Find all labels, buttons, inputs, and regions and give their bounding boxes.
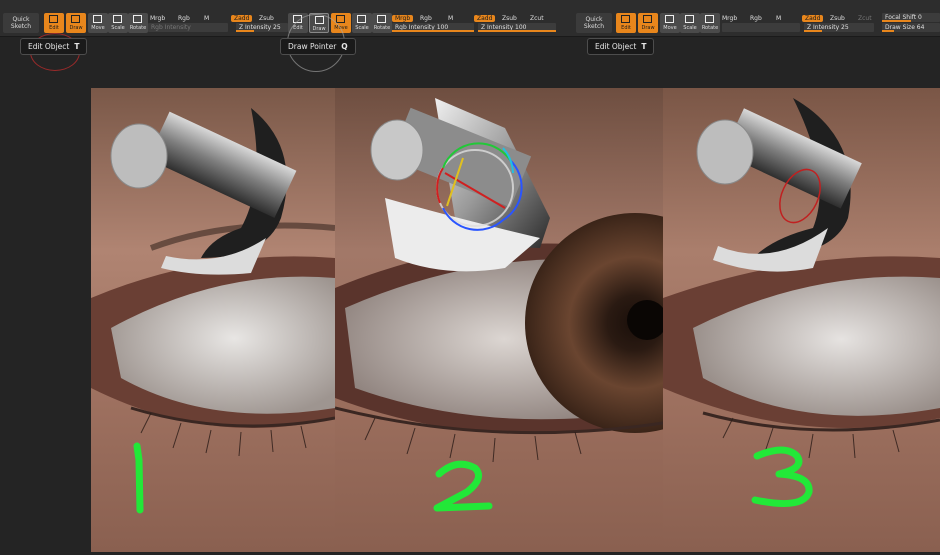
viewport-panel-3[interactable] bbox=[663, 88, 940, 552]
rotate-icon bbox=[705, 15, 714, 23]
focal-shift-fill bbox=[882, 20, 911, 22]
eye-scene-2 bbox=[335, 88, 663, 552]
eye-scene-1 bbox=[91, 88, 335, 552]
move-button[interactable]: Move bbox=[88, 13, 108, 33]
zadd-toggle[interactable]: Zadd bbox=[231, 15, 253, 22]
move-icon bbox=[93, 15, 102, 23]
toolbar-group-1: Quick Sketch Edit Draw Move Scale Rotate… bbox=[0, 0, 290, 36]
scale-icon bbox=[685, 15, 694, 23]
draw-size-fill bbox=[882, 30, 894, 32]
rgb-intensity-slider-3[interactable] bbox=[722, 23, 800, 32]
edit-icon bbox=[49, 15, 58, 23]
quick-sketch-button-3[interactable]: Quick Sketch bbox=[576, 13, 612, 33]
rgb-toggle[interactable]: Rgb bbox=[178, 15, 190, 22]
z-intensity-slider-2[interactable]: Z Intensity 100 bbox=[478, 23, 556, 32]
edit-button[interactable]: Edit bbox=[44, 13, 64, 33]
mrgb-toggle-3[interactable]: Mrgb bbox=[722, 15, 737, 22]
toolbar-group-3: Quick Sketch Edit Draw Move Scale Rotate… bbox=[576, 0, 940, 36]
tooltip-draw-pointer: Draw Pointer Q bbox=[280, 38, 356, 55]
top-toolbar: Quick Sketch Edit Draw Move Scale Rotate… bbox=[0, 0, 940, 37]
draw-icon bbox=[643, 15, 652, 23]
scale-icon bbox=[357, 15, 366, 23]
z-intensity-slider-3[interactable]: Z Intensity 25 bbox=[804, 23, 874, 32]
rgb-intensity-slider[interactable]: Rgb Intensity bbox=[148, 23, 228, 32]
z-intensity-fill-3 bbox=[804, 30, 822, 32]
move-button-3[interactable]: Move bbox=[660, 13, 680, 33]
draw-button[interactable]: Draw bbox=[66, 13, 86, 33]
zadd-toggle-3[interactable]: Zadd bbox=[802, 15, 824, 22]
scale-button-2[interactable]: Scale bbox=[352, 13, 372, 33]
rgb-toggle-2[interactable]: Rgb bbox=[420, 15, 432, 22]
mrgb-toggle[interactable]: Mrgb bbox=[150, 15, 165, 22]
tooltip-edit-object: Edit Object T bbox=[20, 38, 88, 55]
z-intensity-fill-2 bbox=[478, 30, 556, 32]
draw-size-slider[interactable]: Draw Size 64 bbox=[882, 23, 940, 32]
panel-number-3 bbox=[745, 446, 825, 514]
panel-number-2 bbox=[427, 456, 497, 516]
draw-icon bbox=[71, 15, 80, 23]
rotate-icon bbox=[377, 15, 386, 23]
edit-icon bbox=[621, 15, 630, 23]
panel-number-1-text: 1 bbox=[140, 536, 141, 537]
rotate-button[interactable]: Rotate bbox=[128, 13, 148, 33]
edit-button-3[interactable]: Edit bbox=[616, 13, 636, 33]
focal-shift-slider[interactable]: Focal Shift 0 bbox=[882, 13, 940, 22]
zcut-toggle-3[interactable]: Zcut bbox=[858, 15, 872, 22]
rgb-intensity-fill bbox=[392, 30, 474, 32]
panel-number-1 bbox=[129, 438, 159, 518]
move-icon bbox=[336, 15, 345, 23]
scale-button-3[interactable]: Scale bbox=[680, 13, 700, 33]
rgb-toggle-3[interactable]: Rgb bbox=[750, 15, 762, 22]
quick-sketch-button[interactable]: Quick Sketch bbox=[3, 13, 39, 33]
draw-button-3[interactable]: Draw bbox=[638, 13, 658, 33]
rotate-icon bbox=[133, 15, 142, 23]
zadd-toggle-2[interactable]: Zadd bbox=[474, 15, 496, 22]
zcut-toggle-2[interactable]: Zcut bbox=[530, 15, 544, 22]
viewport-panel-1[interactable] bbox=[91, 88, 335, 552]
m-toggle-3[interactable]: M bbox=[776, 15, 781, 22]
scale-icon bbox=[113, 15, 122, 23]
zsub-toggle[interactable]: Zsub bbox=[259, 15, 274, 22]
rotate-button-2[interactable]: Rotate bbox=[372, 13, 392, 33]
scale-button[interactable]: Scale bbox=[108, 13, 128, 33]
z-intensity-fill bbox=[236, 30, 254, 32]
zsub-toggle-2[interactable]: Zsub bbox=[502, 15, 517, 22]
rgb-intensity-slider-2[interactable]: Rgb Intensity 100 bbox=[392, 23, 474, 32]
panel-number-2-text: 2 bbox=[470, 536, 471, 537]
tooltip-edit-object-2: Edit Object T bbox=[587, 38, 655, 55]
m-toggle[interactable]: M bbox=[204, 15, 209, 22]
move-icon bbox=[665, 15, 674, 23]
mrgb-toggle-2[interactable]: Mrgb bbox=[392, 15, 414, 22]
panel-number-3-text: 3 bbox=[780, 536, 781, 537]
m-toggle-2[interactable]: M bbox=[448, 15, 453, 22]
z-intensity-slider[interactable]: Z Intensity 25 bbox=[236, 23, 288, 32]
rotate-button-3[interactable]: Rotate bbox=[700, 13, 720, 33]
viewport-panel-2[interactable] bbox=[335, 88, 663, 552]
zsub-toggle-3[interactable]: Zsub bbox=[830, 15, 845, 22]
